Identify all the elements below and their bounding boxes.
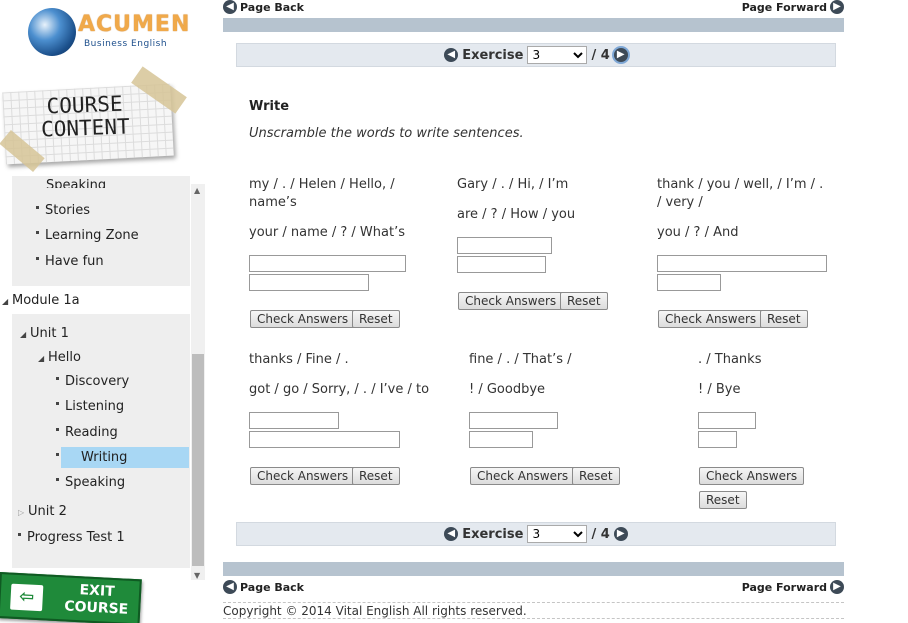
prev-exercise-icon[interactable]: ◀ — [444, 48, 459, 62]
tree-item-speaking[interactable]: Speaking — [46, 178, 106, 188]
tree-item-hello[interactable]: ◢ Hello — [38, 350, 81, 367]
check-answers-button[interactable]: Check Answers — [658, 310, 764, 328]
exit-course-button[interactable]: ⇦ EXIT COURSE — [0, 572, 142, 623]
check-answers-button[interactable]: Check Answers — [458, 292, 564, 310]
collapsed-triangle-icon[interactable]: ▷ — [18, 505, 28, 521]
question-3: thank / you / well, / I’m / . / very / y… — [657, 176, 843, 336]
answer-input[interactable] — [249, 431, 400, 448]
instruction-text: Unscramble the words to write sentences. — [249, 126, 524, 141]
prev-exercise-icon[interactable]: ◀ — [444, 527, 459, 541]
expanded-triangle-icon[interactable]: ◢ — [20, 327, 30, 343]
question-6: . / Thanks ! / Bye Check Answers Reset — [698, 351, 844, 511]
exercise-total: / 4 — [591, 47, 610, 63]
page-forward-link[interactable]: Page Forward ▶ — [742, 580, 844, 594]
arrow-left-icon: ◀ — [223, 0, 237, 14]
course-content-banner: COURSE CONTENT — [0, 66, 188, 173]
reset-button[interactable]: Reset — [760, 310, 808, 328]
page-back-link[interactable]: ◀ Page Back — [223, 580, 304, 594]
answer-input[interactable] — [249, 255, 406, 272]
question-2: Gary / . / Hi, / I’m are / ? / How / you… — [457, 176, 647, 316]
tree-item-have-fun[interactable]: Have fun — [36, 254, 104, 270]
acumen-logo: ACUMEN Business English — [28, 8, 191, 60]
question-5: fine / . / That’s / ! / Goodbye Check An… — [469, 351, 649, 491]
answer-input[interactable] — [249, 274, 369, 291]
copyright-text: Copyright © 2014 Vital English All right… — [223, 602, 844, 619]
tree-item-discovery[interactable]: Discovery — [56, 374, 129, 390]
bullet-icon — [56, 478, 59, 481]
arrow-left-icon: ◀ — [223, 580, 237, 594]
check-answers-button[interactable]: Check Answers — [250, 310, 356, 328]
reset-button[interactable]: Reset — [699, 491, 747, 509]
bullet-icon — [36, 231, 39, 234]
answer-input[interactable] — [657, 255, 827, 272]
exercise-total: / 4 — [591, 526, 610, 542]
check-answers-button[interactable]: Check Answers — [250, 467, 356, 485]
next-exercise-icon[interactable]: ▶ — [613, 527, 628, 541]
answer-input[interactable] — [698, 412, 756, 429]
arrow-right-icon: ▶ — [830, 0, 844, 14]
tree-item-unit-1[interactable]: ◢ Unit 1 — [20, 326, 69, 343]
tree-item-module-1a[interactable]: ◢ Module 1a — [2, 293, 80, 310]
course-content-label: COURSE CONTENT — [40, 91, 131, 142]
answer-input[interactable] — [469, 431, 533, 448]
answer-input[interactable] — [457, 237, 552, 254]
question-1: my / . / Helen / Hello, / name’s your / … — [249, 177, 406, 328]
arrow-right-icon: ▶ — [830, 580, 844, 594]
scroll-up-icon[interactable]: ▲ — [194, 186, 200, 195]
exercise-select[interactable]: 3 — [527, 46, 588, 64]
reset-button[interactable]: Reset — [352, 467, 400, 485]
answer-input[interactable] — [249, 412, 339, 429]
tree-item-writing[interactable]: Writing — [61, 447, 189, 468]
tree-item-stories[interactable]: Stories — [36, 203, 90, 219]
answer-input[interactable] — [469, 412, 558, 429]
logo-brand: ACUMEN — [78, 12, 191, 37]
expanded-triangle-icon[interactable]: ◢ — [2, 294, 12, 310]
expanded-triangle-icon[interactable]: ◢ — [38, 351, 48, 367]
bullet-icon — [56, 428, 59, 431]
scroll-down-icon[interactable]: ▼ — [194, 571, 200, 580]
check-answers-button[interactable]: Check Answers — [470, 467, 576, 485]
logo-subtitle: Business English — [84, 39, 168, 49]
question-4: thanks / Fine / . got / go / Sorry, / . … — [249, 352, 430, 485]
scrollbar-thumb[interactable] — [192, 354, 204, 566]
tree-item-unit-2[interactable]: ▷ Unit 2 — [18, 504, 67, 521]
tree-item-listening[interactable]: Listening — [56, 399, 124, 415]
check-answers-button[interactable]: Check Answers — [699, 467, 805, 485]
answer-input[interactable] — [657, 274, 721, 291]
course-tree: Speaking Stories Learning Zone Have fun … — [0, 176, 206, 580]
exercise-label: Exercise — [462, 526, 524, 542]
reset-button[interactable]: Reset — [352, 310, 400, 328]
globe-icon — [28, 8, 76, 56]
tree-item-speaking-2[interactable]: Speaking — [56, 475, 125, 491]
bullet-icon — [36, 257, 39, 260]
page-nav-top: ◀ Page Back Page Forward ▶ — [223, 0, 844, 16]
reset-button[interactable]: Reset — [572, 467, 620, 485]
exercise-label: Exercise — [462, 47, 524, 63]
answer-input[interactable] — [698, 431, 737, 448]
exercise-nav-top: ◀ Exercise 3 / 4 ▶ — [236, 43, 836, 67]
tree-item-reading[interactable]: Reading — [56, 425, 118, 441]
bullet-icon — [56, 377, 59, 380]
exit-label-line2: COURSE — [63, 598, 129, 618]
reset-button[interactable]: Reset — [560, 292, 608, 310]
tree-scrollbar[interactable]: ▲ ▼ — [191, 184, 205, 580]
tree-item-learning-zone[interactable]: Learning Zone — [36, 228, 139, 244]
answer-input[interactable] — [457, 256, 546, 273]
tree-item-progress-test-1[interactable]: Progress Test 1 — [18, 530, 125, 546]
next-exercise-icon[interactable]: ▶ — [613, 48, 628, 62]
page-forward-link[interactable]: Page Forward ▶ — [742, 0, 844, 14]
bullet-icon — [56, 453, 59, 456]
page-back-link[interactable]: ◀ Page Back — [223, 0, 304, 14]
exercise-select[interactable]: 3 — [527, 525, 588, 543]
exit-running-man-icon: ⇦ — [10, 583, 44, 612]
bullet-icon — [56, 402, 59, 405]
footer-bar — [223, 562, 844, 576]
page-nav-bottom: ◀ Page Back Page Forward ▶ — [223, 580, 844, 596]
bullet-icon — [36, 206, 39, 209]
header-bar — [223, 18, 844, 32]
bullet-icon — [18, 533, 21, 536]
exercise-nav-bottom: ◀ Exercise 3 / 4 ▶ — [236, 522, 836, 546]
page-title: Write — [249, 99, 290, 114]
